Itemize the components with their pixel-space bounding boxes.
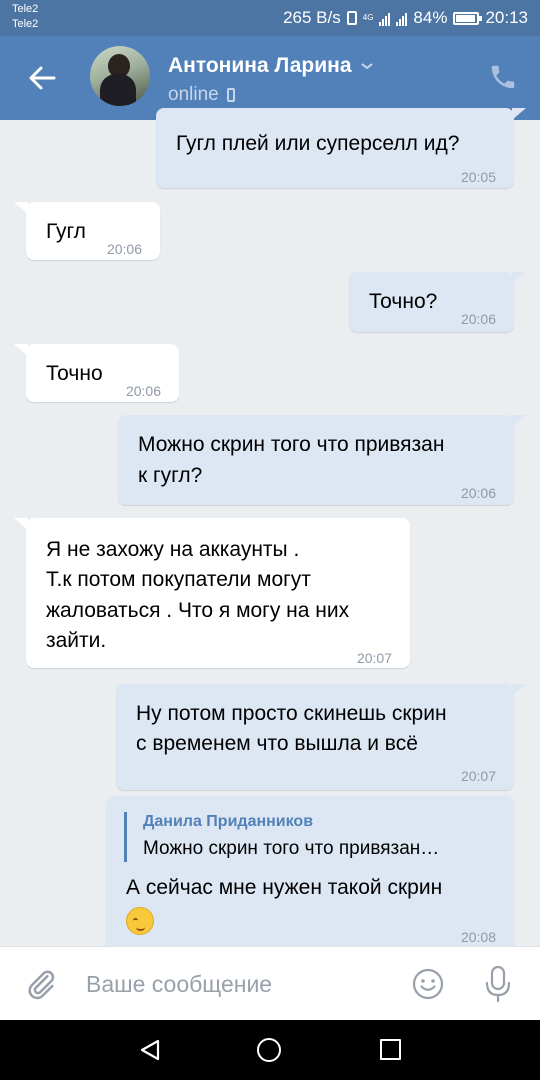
message-line: с временем что вышла и всё	[136, 732, 418, 755]
relieved-face-emoji-icon	[126, 907, 154, 935]
contact-name: Антонина Ларина	[168, 54, 352, 77]
message-line: Т.к потом покупатели могут	[46, 568, 311, 591]
attach-paperclip-icon[interactable]	[24, 967, 58, 1001]
quoted-author: Данила Приданников	[143, 813, 314, 830]
status-text: online	[168, 84, 219, 105]
clock: 20:13	[485, 8, 528, 27]
message-time: 20:07	[356, 650, 392, 666]
message-time: 20:06	[125, 383, 161, 399]
message-text: Точно	[46, 362, 103, 385]
emoji-smile-icon[interactable]	[411, 967, 445, 1001]
dropdown-chevron-icon	[360, 63, 373, 70]
message-bubble-out[interactable]: Ну потом просто скинешь скрин с временем…	[116, 684, 526, 790]
quoted-text: Можно скрин того что привязан…	[143, 838, 440, 859]
message-bubble-out[interactable]: Гугл плей или суперселл ид? 20:05	[156, 108, 526, 188]
message-line: жаловаться . Что я могу на них	[46, 599, 350, 622]
back-arrow-icon[interactable]	[24, 60, 60, 96]
avatar[interactable]	[90, 46, 150, 106]
contact-title[interactable]: Антонина Ларина	[168, 54, 374, 78]
message-text: Точно?	[369, 290, 438, 313]
message-line: Ну потом просто скинешь скрин	[136, 702, 447, 725]
call-icon[interactable]	[488, 62, 518, 92]
message-bubble-reply[interactable]: Данила Приданников Можно скрин того что …	[106, 796, 514, 956]
system-nav-bar	[0, 1020, 540, 1080]
message-text: Гугл плей или суперселл ид?	[176, 132, 460, 155]
message-bubble-out[interactable]: Можно скрин того что привязан к гугл? 20…	[118, 415, 526, 505]
message-line: Можно скрин того что привязан	[138, 433, 445, 456]
nav-home-icon[interactable]	[257, 1038, 281, 1062]
message-time: 20:06	[106, 241, 142, 257]
message-bubble-in[interactable]: Я не захожу на аккаунты . Т.к потом поку…	[14, 518, 410, 668]
signal-icon-1	[379, 10, 391, 26]
message-time: 20:06	[460, 311, 496, 327]
quoted-message[interactable]: Данила Приданников Можно скрин того что …	[124, 812, 439, 862]
mobile-phone-icon	[226, 88, 235, 102]
message-time: 20:06	[460, 485, 496, 501]
battery-fill	[456, 14, 475, 22]
status-indicators: 265 B/s 4G 84% 20:13	[283, 0, 528, 36]
online-status: online	[168, 84, 235, 106]
message-input[interactable]	[86, 967, 386, 1001]
message-text: Гугл	[46, 220, 86, 243]
message-time: 20:07	[460, 768, 496, 784]
battery-percent: 84%	[413, 8, 448, 27]
message-line: Я не захожу на аккаунты .	[46, 538, 300, 561]
message-line: зайти.	[46, 629, 107, 652]
carrier-label-1: Tele2	[12, 3, 39, 15]
message-bubble-in[interactable]: Гугл 20:06	[14, 202, 160, 260]
message-line: к гугл?	[138, 464, 203, 487]
signal-icon-2	[396, 10, 408, 26]
message-bubble-in[interactable]: Точно 20:06	[14, 344, 179, 402]
network-type: 4G	[362, 13, 374, 22]
chat-screen: Tele2 Tele2 265 B/s 4G 84% 20:13 Антонин…	[0, 0, 540, 1080]
vibrate-icon	[346, 11, 357, 25]
message-text: А сейчас мне нужен такой скрин	[126, 876, 443, 899]
nav-recent-icon[interactable]	[380, 1039, 401, 1060]
battery-icon	[453, 11, 483, 25]
status-bar: Tele2 Tele2 265 B/s 4G 84% 20:13	[0, 0, 540, 36]
nav-back-icon[interactable]	[138, 1038, 162, 1062]
network-speed: 265 B/s	[283, 8, 341, 27]
microphone-icon[interactable]	[481, 964, 515, 1004]
carrier-label-2: Tele2	[12, 18, 39, 30]
composer-bar	[0, 946, 540, 1020]
message-time: 20:05	[460, 169, 496, 185]
message-bubble-out[interactable]: Точно? 20:06	[349, 272, 526, 332]
